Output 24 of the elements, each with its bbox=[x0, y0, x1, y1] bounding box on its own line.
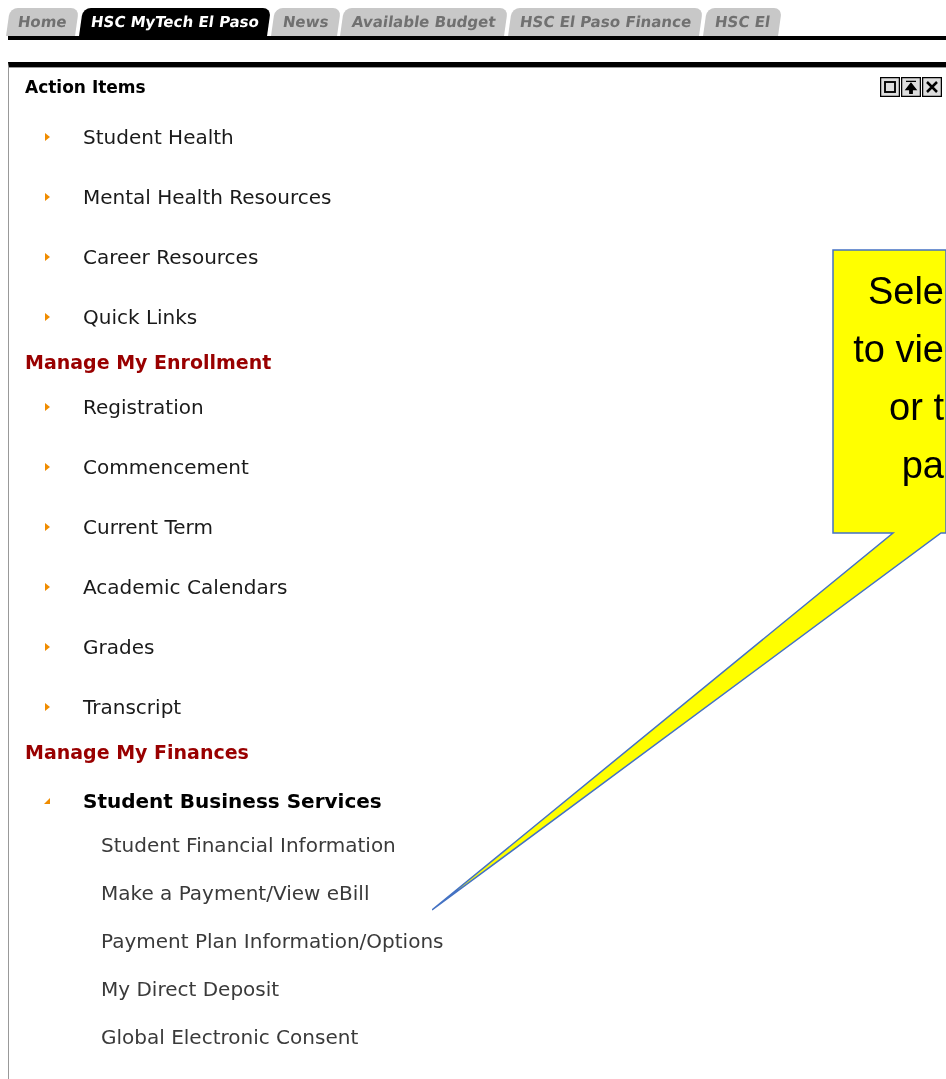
window-icon[interactable] bbox=[880, 77, 900, 97]
portlet-title: Action Items bbox=[25, 77, 146, 97]
menu-link[interactable]: Quick Links bbox=[83, 305, 198, 329]
menu-link[interactable]: Career Resources bbox=[83, 245, 259, 269]
section-heading: Manage My Finances bbox=[25, 740, 249, 765]
section-heading: Manage My Enrollment bbox=[25, 350, 272, 375]
close-icon[interactable] bbox=[922, 77, 942, 97]
submenu-link[interactable]: Make a Payment/View eBill bbox=[101, 881, 370, 905]
menu-link[interactable]: Academic Calendars bbox=[83, 575, 288, 599]
menu-link[interactable]: Current Term bbox=[83, 515, 213, 539]
menu-link[interactable]: Student Health bbox=[83, 125, 234, 149]
submenu-link[interactable]: My Direct Deposit bbox=[101, 977, 280, 1001]
submenu-link[interactable]: Payment Plan Information/Options bbox=[101, 929, 444, 953]
menu-link[interactable]: Student Business Services bbox=[83, 789, 382, 813]
tab[interactable]: HSC MyTech El Paso bbox=[78, 8, 271, 36]
callout-text: Sele to vie or t pa bbox=[852, 269, 944, 488]
menu-link[interactable]: Grades bbox=[83, 635, 155, 659]
submenu-link[interactable]: Student Financial Information bbox=[101, 833, 396, 857]
arrow-up-icon[interactable] bbox=[901, 77, 921, 97]
menu-link[interactable]: Commencement bbox=[83, 455, 249, 479]
submenu-link[interactable]: Global Electronic Consent bbox=[101, 1025, 359, 1049]
menu-link[interactable]: Transcript bbox=[83, 695, 182, 719]
menu-link[interactable]: Mental Health Resources bbox=[83, 185, 332, 209]
menu-link[interactable]: Registration bbox=[83, 395, 204, 419]
